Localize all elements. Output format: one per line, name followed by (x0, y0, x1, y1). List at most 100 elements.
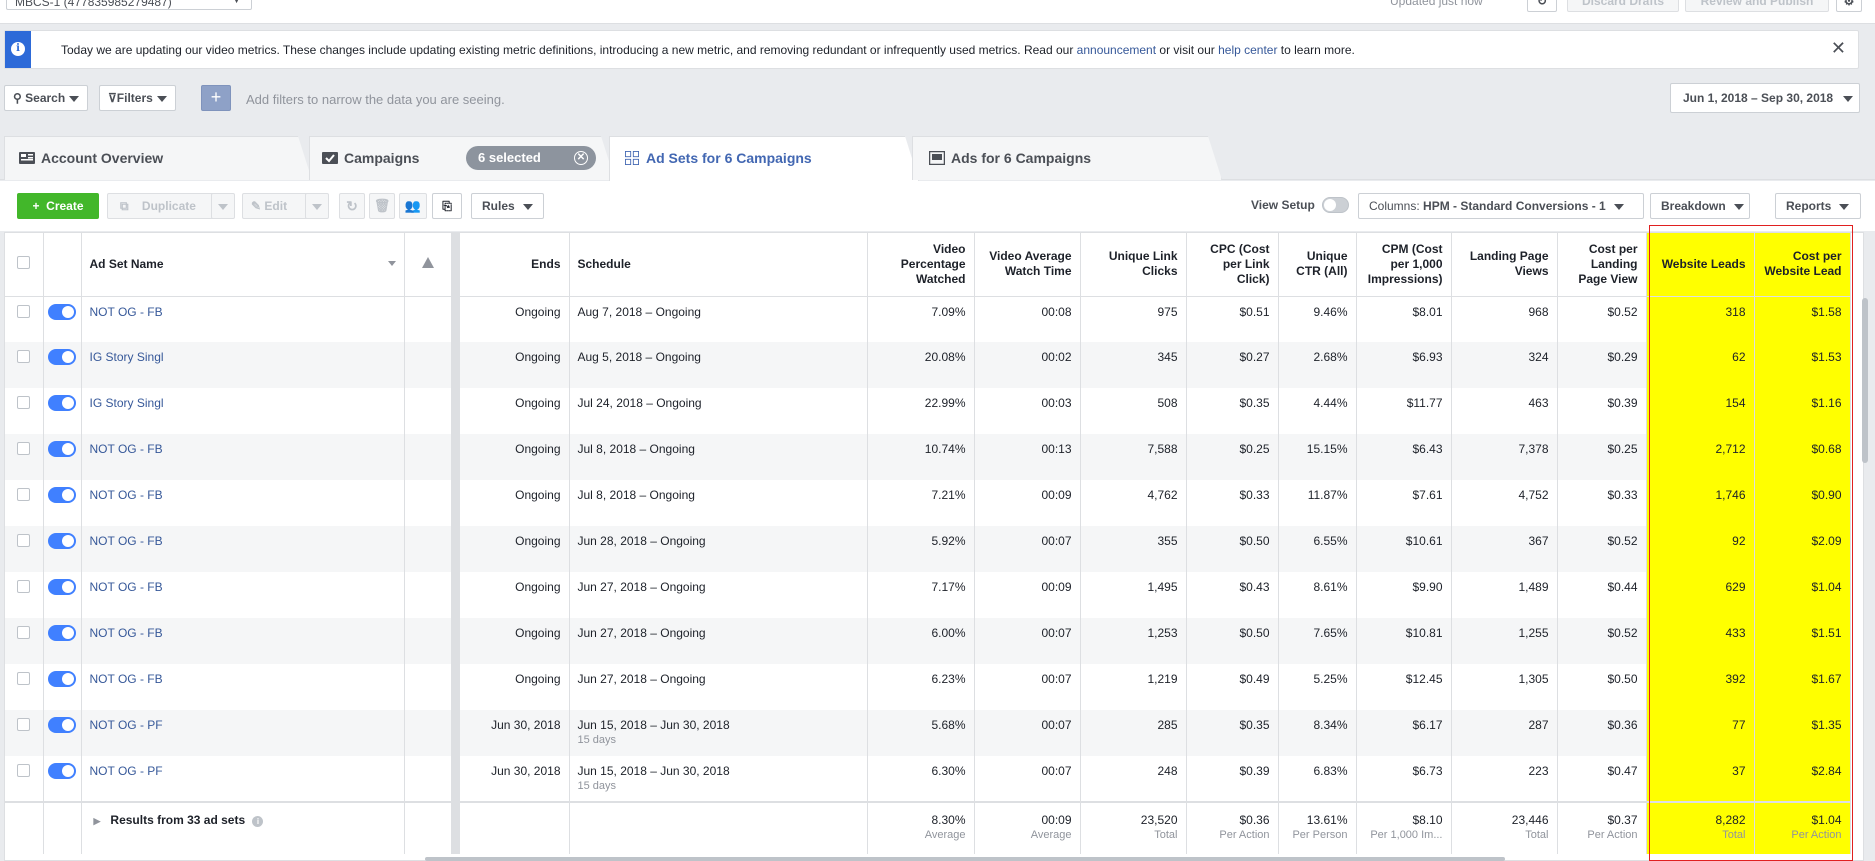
row-checkbox[interactable] (17, 304, 31, 318)
adset-name-link[interactable]: IG Story Singl (90, 396, 164, 410)
row-toggle-cell[interactable] (43, 342, 82, 388)
adset-name-cell[interactable]: NOT OG - FB (81, 296, 405, 342)
table-row[interactable]: NOT OG - FB Ongoing Jun 27, 2018 – Ongoing… (5, 572, 1851, 618)
row-checkbox[interactable] (17, 488, 31, 501)
account-selector[interactable]: MBCS-1 (477835985279487) ▼ (6, 0, 252, 10)
add-filter-button[interactable]: + (201, 85, 231, 111)
columns-selector[interactable]: Columns: HPM - Standard Conversions - 1 (1358, 193, 1644, 219)
row-checkbox[interactable] (17, 442, 31, 455)
row-toggle-cell[interactable] (43, 664, 82, 710)
row-toggle-cell[interactable] (43, 710, 82, 756)
row-checkbox[interactable] (17, 626, 31, 639)
table-row[interactable]: NOT OG - FB Ongoing Jun 28, 2018 – Ongoing… (5, 526, 1851, 572)
adset-name-cell[interactable]: NOT OG - FB (81, 434, 405, 480)
column-header-delivery[interactable] (404, 233, 452, 297)
table-row[interactable]: NOT OG - PF Jun 30, 2018 Jun 15, 2018 – Ju… (5, 710, 1851, 756)
duplicate-dropdown[interactable] (211, 193, 235, 219)
row-checkbox[interactable] (17, 350, 31, 363)
column-header-video-percentage-watched[interactable]: Video Percentage Watched (867, 233, 975, 297)
adset-name-link[interactable]: NOT OG - PF (90, 718, 163, 732)
row-checkbox[interactable] (17, 396, 31, 409)
info-icon[interactable]: i (252, 816, 264, 827)
column-header-unique-link-clicks[interactable]: Unique Link Clicks (1080, 233, 1187, 297)
delivery-toggle[interactable] (48, 717, 76, 733)
adset-name-link[interactable]: NOT OG - PF (90, 764, 163, 778)
row-toggle-cell[interactable] (43, 388, 82, 434)
delivery-toggle[interactable] (48, 395, 76, 411)
edit-button[interactable]: ✎ Edit (242, 193, 314, 219)
row-select-cell[interactable] (5, 526, 44, 572)
row-select-cell[interactable] (5, 572, 44, 618)
row-select-cell[interactable] (5, 388, 44, 434)
close-icon[interactable]: ✕ (574, 151, 588, 165)
table-row[interactable]: NOT OG - FB Ongoing Jun 27, 2018 – Ongoing… (5, 664, 1851, 710)
tab-ads[interactable]: Ads for 6 Campaigns (912, 136, 1222, 180)
adset-name-link[interactable]: IG Story Singl (90, 350, 164, 364)
audience-button[interactable]: 👥 (399, 193, 427, 219)
horizontal-scrollbar[interactable] (425, 857, 1505, 861)
adset-name-link[interactable]: NOT OG - FB (90, 626, 163, 640)
adset-name-cell[interactable]: NOT OG - FB (81, 526, 405, 572)
row-select-cell[interactable] (5, 664, 44, 710)
announcement-link[interactable]: announcement (1077, 43, 1156, 57)
discard-drafts-button[interactable]: Discard Drafts (1567, 0, 1679, 12)
review-publish-button[interactable]: Review and Publish (1685, 0, 1829, 12)
edit-dropdown[interactable] (305, 193, 329, 219)
adset-name-cell[interactable]: IG Story Singl (81, 388, 405, 434)
delivery-toggle[interactable] (48, 625, 76, 641)
table-row[interactable]: NOT OG - FB Ongoing Jul 8, 2018 – Ongoing 1… (5, 434, 1851, 480)
refresh-action-button[interactable]: ↻ (339, 193, 365, 219)
row-select-cell[interactable] (5, 756, 44, 802)
adset-name-cell[interactable]: NOT OG - FB (81, 618, 405, 664)
table-row[interactable]: NOT OG - PF Jun 30, 2018 Jun 15, 2018 – Ju… (5, 756, 1851, 802)
column-header-cpm[interactable]: CPM (Cost per 1,000 Impressions) (1356, 233, 1452, 297)
reports-button[interactable]: Reports (1775, 193, 1861, 219)
column-header-landing-page-views[interactable]: Landing Page Views (1451, 233, 1558, 297)
table-row[interactable]: IG Story Singl Ongoing Aug 5, 2018 – Ongoi… (5, 342, 1851, 388)
delete-button[interactable]: 🗑 (369, 193, 395, 219)
rules-button[interactable]: Rules (471, 193, 544, 219)
tab-ad-sets[interactable]: Ad Sets for 6 Campaigns (609, 136, 919, 181)
adset-name-link[interactable]: NOT OG - FB (90, 672, 163, 686)
adset-name-cell[interactable]: IG Story Singl (81, 342, 405, 388)
delivery-toggle[interactable] (48, 441, 76, 457)
expand-icon[interactable]: ▶ (94, 816, 101, 826)
adset-name-cell[interactable]: NOT OG - PF (81, 756, 405, 802)
row-toggle-cell[interactable] (43, 572, 82, 618)
table-row[interactable]: NOT OG - FB Ongoing Jun 27, 2018 – Ongoing… (5, 618, 1851, 664)
row-toggle-cell[interactable] (43, 618, 82, 664)
adset-name-cell[interactable]: NOT OG - PF (81, 710, 405, 756)
row-select-cell[interactable] (5, 434, 44, 480)
column-divider[interactable] (451, 233, 460, 297)
adset-name-link[interactable]: NOT OG - FB (90, 442, 163, 456)
delivery-toggle[interactable] (48, 671, 76, 687)
row-toggle-cell[interactable] (43, 756, 82, 802)
help-center-link[interactable]: help center (1218, 43, 1277, 57)
row-checkbox[interactable] (17, 764, 31, 777)
select-all-header[interactable] (5, 233, 44, 297)
adset-name-link[interactable]: NOT OG - FB (90, 305, 163, 319)
column-header-cost-per-landing-page-view[interactable]: Cost per Landing Page View (1557, 233, 1647, 297)
delivery-toggle[interactable] (48, 763, 76, 779)
row-checkbox[interactable] (17, 534, 31, 547)
adset-name-link[interactable]: NOT OG - FB (90, 580, 163, 594)
row-checkbox[interactable] (17, 672, 31, 685)
refresh-button[interactable]: ↻ (1527, 0, 1557, 12)
tab-account-overview[interactable]: Account Overview (4, 136, 312, 180)
delivery-toggle[interactable] (48, 533, 76, 549)
settings-button[interactable]: ⚙ (1836, 0, 1862, 12)
column-header-cost-per-website-lead[interactable]: Cost per Website Lead (1754, 233, 1851, 297)
row-toggle-cell[interactable] (43, 526, 82, 572)
adset-name-cell[interactable]: NOT OG - FB (81, 572, 405, 618)
row-toggle-cell[interactable] (43, 480, 82, 526)
row-select-cell[interactable] (5, 710, 44, 756)
row-toggle-cell[interactable] (43, 434, 82, 480)
view-setup-toggle[interactable] (1322, 197, 1349, 213)
adset-name-link[interactable]: NOT OG - FB (90, 534, 163, 548)
column-header-name[interactable]: Ad Set Name (81, 233, 405, 297)
column-header-cpc[interactable]: CPC (Cost per Link Click) (1186, 233, 1279, 297)
column-header-video-average-watch-time[interactable]: Video Average Watch Time (974, 233, 1081, 297)
table-row[interactable]: NOT OG - FB Ongoing Jul 8, 2018 – Ongoing 7… (5, 480, 1851, 526)
duplicate-button[interactable]: ⧉ Duplicate (107, 193, 219, 219)
preview-button[interactable]: ⎘ (432, 193, 462, 219)
